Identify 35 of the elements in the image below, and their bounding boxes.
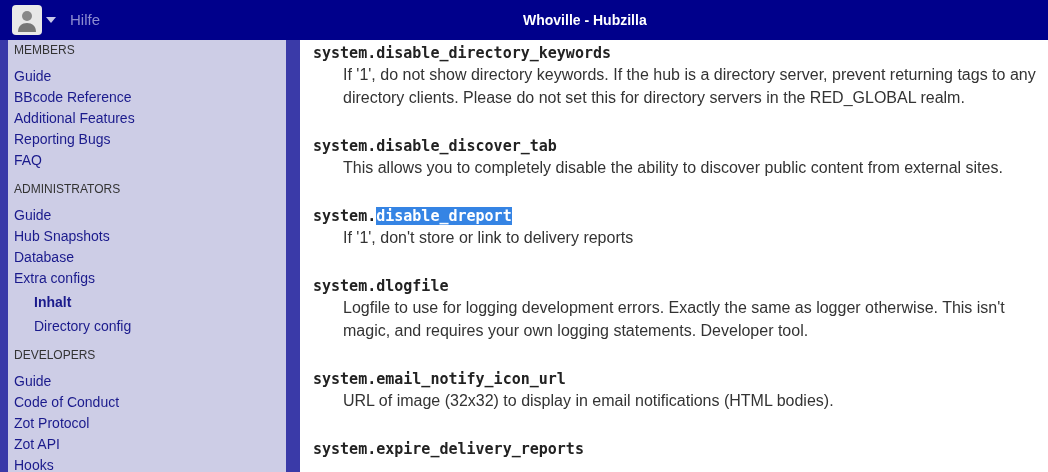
sidebar-link[interactable]: Inhalt [34,292,72,313]
setting-name: system.dlogfile [313,276,450,296]
setting-name: system.email_notify_icon_url [313,369,567,389]
setting-description: This allows you to completely disable the ability to discover public content from external sites. [343,158,1004,178]
sidebar-link[interactable]: Zot API [14,434,60,455]
sidebar-link[interactable]: Hub Snapshots [14,226,110,247]
sidebar-link[interactable]: Guide [14,371,52,392]
sidebar-link[interactable]: Guide [14,66,52,87]
sidebar-link[interactable]: Hooks [14,455,54,472]
setting-description: Logfile to use for logging development errors. Exactly the same as logger otherwise. This isn't magic, and requires your own logging statements. Developer tool. [343,298,1006,341]
setting-description: URL of image (32x32) to display in email notifications (HTML bodies). [343,391,835,411]
section-heading: DEVELOPERS [14,347,97,363]
sidebar-link[interactable]: Extra configs [14,268,95,289]
caret-icon[interactable] [46,17,56,23]
setting-name: system.disable_discover_tab [313,136,558,156]
sidebar-link[interactable]: Database [14,247,74,268]
section-heading: MEMBERS [14,42,76,58]
sidebar-link[interactable]: Additional Features [14,108,135,129]
sidebar-link[interactable]: FAQ [14,150,42,171]
sidebar-link[interactable]: Guide [14,205,52,226]
setting-name: system.expire_delivery_reports [313,439,585,459]
sidebar-link[interactable]: Zot Protocol [14,413,90,434]
avatar-button[interactable] [12,5,42,35]
sidebar-link[interactable]: Directory config [34,316,132,337]
sidebar-link[interactable]: Code of Conduct [14,392,120,413]
help-menu[interactable]: Hilfe [70,8,100,32]
sidebar-link[interactable]: Reporting Bugs [14,129,111,150]
setting-name: system.disable_directory_keywords [313,43,612,63]
setting-description: If '1', don't store or link to delivery reports [343,228,635,248]
setting-name: system.disable_dreport [313,206,513,226]
section-heading: ADMINISTRATORS [14,181,122,197]
person-icon [15,8,39,32]
setting-description: If '1', do not show directory keywords. If the hub is a directory server, prevent returning tags to any directory clients. Please do not set this for directory servers in the RED_GLOBAL realm. [343,65,1037,108]
sidebar-link[interactable]: BBcode Reference [14,87,132,108]
window-title: Whoville - Hubzilla [523,10,647,30]
